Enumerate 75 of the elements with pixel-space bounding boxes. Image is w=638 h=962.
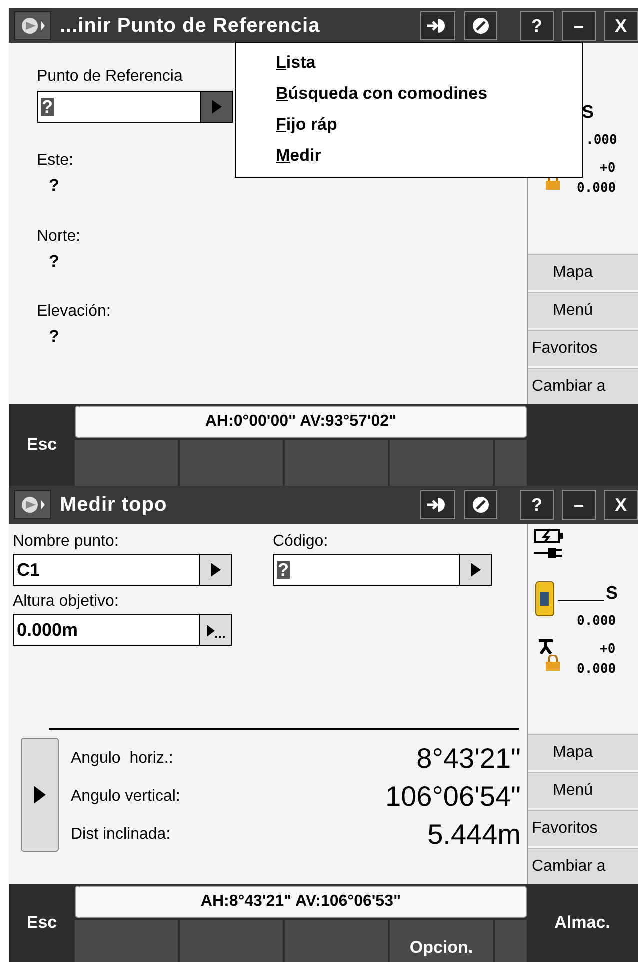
- arrow-enter-icon[interactable]: [420, 490, 456, 520]
- triangle-dots-icon: [206, 625, 224, 639]
- field-label: Elevación:: [37, 302, 111, 322]
- triangle-icon: [210, 563, 220, 577]
- expand-button[interactable]: [21, 738, 59, 852]
- plug-icon: [534, 546, 564, 560]
- field-label: Nombre punto:: [13, 532, 119, 552]
- field-value: ?: [277, 561, 290, 579]
- title-bar-button[interactable]: X: [604, 490, 638, 520]
- input-field[interactable]: ?: [273, 554, 492, 586]
- measurement-label: Angulo vertical:: [71, 787, 180, 807]
- measurement-label: Dist inclinada:: [71, 825, 171, 845]
- arrow-button[interactable]: [199, 555, 231, 585]
- field-label: Código:: [273, 532, 328, 552]
- title-bar-button[interactable]: ?: [520, 10, 554, 40]
- field-value: C1: [17, 561, 40, 579]
- softkey[interactable]: Opcion.: [390, 920, 493, 962]
- measurement-value: 5.444m: [428, 821, 521, 849]
- input-field[interactable]: ?: [37, 91, 233, 123]
- app-logo-icon[interactable]: [14, 490, 52, 520]
- battery-icon: [534, 528, 564, 544]
- field-label: Punto de Referencia: [37, 67, 183, 87]
- menu-item[interactable]: Fijo ráp: [276, 109, 338, 140]
- menu-item[interactable]: Medir: [276, 140, 322, 171]
- station-letter: S: [582, 103, 594, 121]
- side-button[interactable]: Cambiar a: [528, 848, 638, 884]
- field-value: ?: [49, 326, 60, 348]
- measurement-value: 8°43'21": [416, 745, 521, 773]
- arrow-button[interactable]: [459, 555, 491, 585]
- title-bar-button[interactable]: ?: [520, 490, 554, 520]
- field-value: 0.000m: [17, 621, 78, 639]
- status-value: .000: [586, 132, 618, 150]
- offset-value: +0: [600, 641, 616, 659]
- input-field[interactable]: C1: [13, 554, 232, 586]
- status-value: 0.000: [577, 613, 616, 631]
- side-button[interactable]: Favoritos: [528, 330, 638, 366]
- input-field[interactable]: 0.000m: [13, 614, 232, 646]
- field-value: ?: [41, 98, 54, 116]
- title-bar-button[interactable]: X: [604, 10, 638, 40]
- menu-item[interactable]: Lista: [276, 47, 316, 78]
- field-label: Este:: [37, 151, 74, 171]
- app-logo-icon[interactable]: [14, 10, 52, 40]
- triangle-icon: [470, 563, 480, 577]
- station-letter: S: [606, 584, 618, 602]
- offset-value: +0: [600, 160, 616, 178]
- window-title: ...inir Punto de Referencia: [60, 14, 322, 38]
- measurement-value: 106°06'54": [386, 783, 521, 811]
- side-button[interactable]: Cambiar a: [528, 368, 638, 404]
- measurement-label: Angulo horiz.:: [71, 749, 174, 769]
- side-button[interactable]: Menú: [528, 772, 638, 808]
- field-value: ?: [49, 250, 60, 272]
- field-label: Norte:: [37, 226, 81, 246]
- side-button[interactable]: Menú: [528, 292, 638, 328]
- more-button[interactable]: [199, 615, 231, 645]
- field-label: Altura objetivo:: [13, 592, 119, 612]
- status-value: 0.000: [577, 661, 616, 679]
- status-value: 0.000: [577, 180, 616, 198]
- arrow-enter-icon[interactable]: [420, 10, 456, 40]
- window-title: Medir topo: [60, 493, 168, 518]
- cancel-icon[interactable]: [464, 490, 498, 520]
- title-bar-button[interactable]: –: [562, 490, 596, 520]
- menu-item[interactable]: Búsqueda con comodines: [276, 78, 488, 109]
- status-readout: AH:8°43'21" AV:106°06'53": [75, 886, 527, 918]
- cancel-icon[interactable]: [464, 10, 498, 40]
- side-button[interactable]: Favoritos: [528, 810, 638, 846]
- status-readout: AH:0°00'00" AV:93°57'02": [75, 406, 527, 438]
- side-button[interactable]: Mapa: [528, 254, 638, 290]
- triangle-icon: [212, 100, 222, 114]
- padlock-icon: [546, 655, 560, 671]
- side-button[interactable]: Mapa: [528, 734, 638, 770]
- triangle-icon: [34, 786, 46, 804]
- tripod-icon: [538, 638, 554, 654]
- title-bar-button[interactable]: –: [562, 10, 596, 40]
- store-button[interactable]: Almac.: [554, 910, 610, 936]
- field-value: ?: [49, 175, 60, 197]
